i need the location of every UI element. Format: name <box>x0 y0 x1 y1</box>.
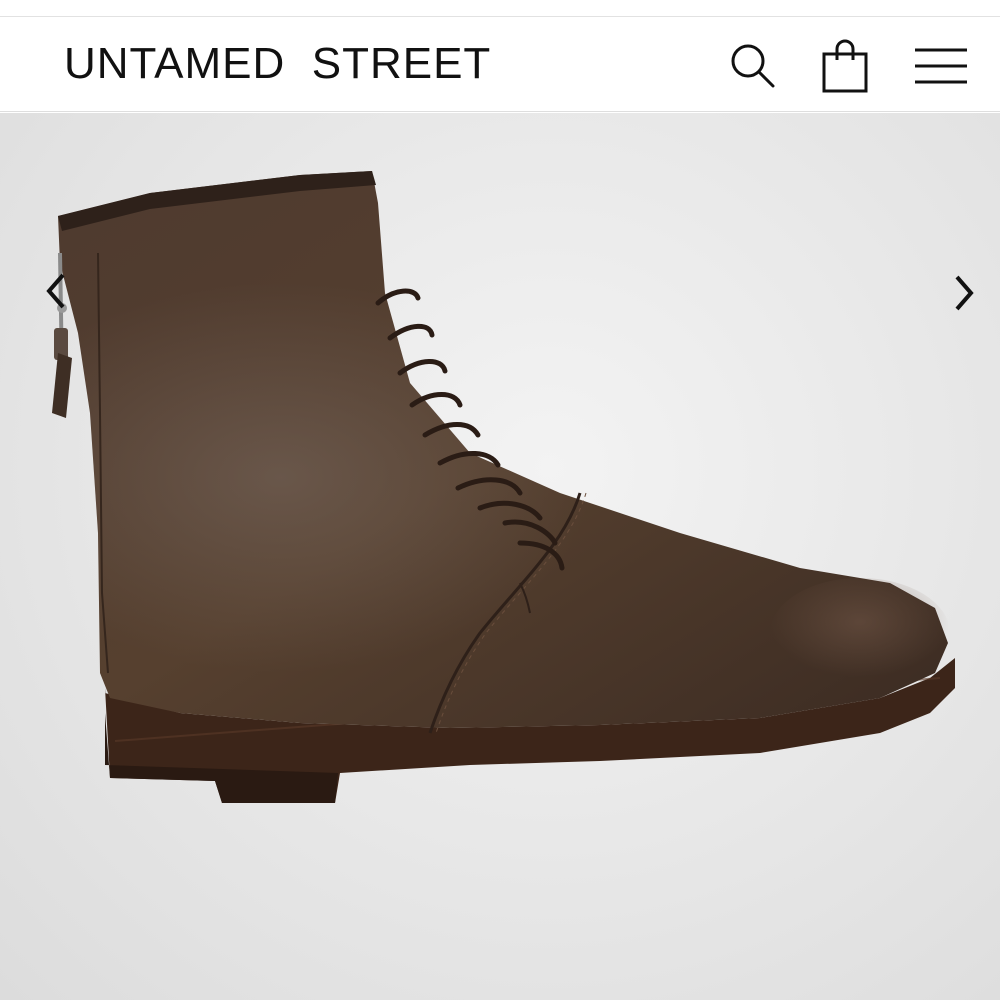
search-icon <box>731 44 775 88</box>
chevron-left-icon <box>46 273 65 309</box>
top-strip <box>0 0 1000 17</box>
shopping-bag-button[interactable] <box>814 36 876 96</box>
brand-logo[interactable]: UNTAMED STREET <box>64 39 491 89</box>
search-button[interactable] <box>722 36 784 96</box>
previous-image-button[interactable] <box>34 263 78 319</box>
next-image-button[interactable] <box>942 265 986 321</box>
product-gallery[interactable] <box>0 113 1000 1000</box>
menu-button[interactable] <box>906 36 976 96</box>
product-image <box>52 171 955 803</box>
hamburger-menu-icon <box>915 48 967 84</box>
shopping-bag-icon <box>822 39 868 93</box>
site-header: UNTAMED STREET <box>0 18 1000 112</box>
chevron-right-icon <box>955 275 974 311</box>
